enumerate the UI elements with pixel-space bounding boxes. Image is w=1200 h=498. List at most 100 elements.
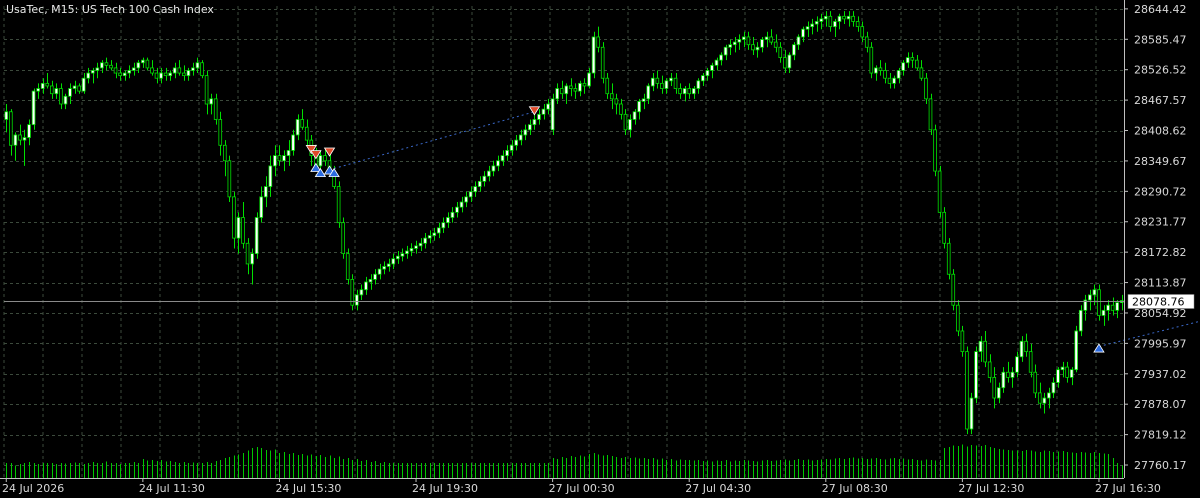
candle bbox=[282, 150, 286, 172]
candle bbox=[414, 240, 418, 254]
candle bbox=[1010, 367, 1015, 388]
candle bbox=[673, 73, 678, 94]
candle bbox=[505, 145, 509, 161]
candle-body bbox=[732, 41, 737, 46]
candle-body bbox=[978, 340, 983, 353]
candle-body bbox=[874, 67, 878, 74]
candle bbox=[418, 238, 423, 252]
candle bbox=[405, 245, 409, 259]
candle-body bbox=[632, 111, 637, 120]
sell-arrow bbox=[323, 147, 336, 157]
candle bbox=[933, 124, 937, 177]
candle bbox=[400, 248, 405, 262]
candle-body bbox=[582, 82, 587, 87]
candle bbox=[1101, 305, 1106, 326]
candle-body bbox=[295, 119, 300, 136]
candle-body bbox=[13, 134, 18, 146]
time-tick-label: 24 Jul 2026 bbox=[2, 482, 64, 495]
candle-body bbox=[414, 245, 418, 249]
candle-body bbox=[956, 304, 960, 332]
candle-body bbox=[131, 67, 136, 71]
candle bbox=[823, 11, 828, 27]
candle-body bbox=[1101, 309, 1106, 316]
candle-body bbox=[864, 36, 869, 48]
candle-body bbox=[541, 108, 546, 115]
candle bbox=[878, 60, 883, 76]
candle-body bbox=[755, 46, 760, 51]
candle bbox=[468, 186, 473, 203]
candle bbox=[241, 202, 245, 249]
candle-body bbox=[391, 258, 396, 265]
candle bbox=[669, 73, 673, 86]
candle-body bbox=[427, 235, 432, 239]
candle-body bbox=[801, 28, 805, 38]
candle bbox=[1078, 305, 1083, 337]
candle bbox=[1024, 333, 1028, 357]
candle bbox=[833, 18, 837, 37]
candle bbox=[978, 336, 983, 362]
candle bbox=[946, 238, 951, 280]
candle-body bbox=[191, 67, 195, 71]
candle bbox=[81, 73, 86, 94]
candle-body bbox=[751, 44, 755, 51]
candle bbox=[218, 111, 223, 156]
candle bbox=[1119, 294, 1124, 311]
candle-body bbox=[304, 126, 309, 141]
candle-body bbox=[937, 170, 942, 213]
candle-body bbox=[596, 36, 600, 48]
candle-body bbox=[386, 263, 391, 267]
candle bbox=[887, 73, 892, 89]
candle-body bbox=[468, 191, 473, 198]
candle-body bbox=[650, 77, 655, 87]
candle-body bbox=[9, 111, 13, 146]
candle-body bbox=[915, 59, 919, 69]
candle bbox=[95, 62, 100, 79]
candle-body bbox=[259, 196, 264, 218]
candle-body bbox=[487, 170, 491, 177]
candle bbox=[619, 98, 623, 120]
candle-body bbox=[141, 59, 145, 64]
candle-body bbox=[532, 119, 537, 126]
candle-body bbox=[910, 57, 915, 61]
candle-body bbox=[587, 72, 591, 87]
candle-body bbox=[682, 88, 687, 95]
candle-body bbox=[405, 250, 409, 255]
candle bbox=[459, 196, 464, 213]
candle-body bbox=[1056, 369, 1060, 383]
candle bbox=[491, 160, 496, 177]
candle-body bbox=[887, 77, 892, 84]
candle-body bbox=[528, 124, 532, 131]
candle bbox=[905, 52, 910, 68]
candle-body bbox=[924, 77, 928, 100]
candle-body bbox=[18, 134, 22, 141]
candle bbox=[9, 109, 13, 156]
candle-body bbox=[159, 72, 163, 79]
candle-body bbox=[223, 144, 227, 162]
candle-body bbox=[655, 77, 660, 84]
candle bbox=[628, 114, 632, 138]
candle bbox=[819, 13, 824, 30]
candle bbox=[213, 93, 218, 125]
candle-body bbox=[1015, 356, 1019, 373]
candle bbox=[960, 325, 965, 357]
candle bbox=[345, 248, 350, 285]
price-tick-label: 28172.82 bbox=[1134, 246, 1187, 259]
trade-lines bbox=[333, 111, 1200, 347]
sell-marker bbox=[323, 147, 336, 157]
candle bbox=[49, 80, 54, 99]
volume-bars bbox=[6, 444, 1123, 478]
candle-body bbox=[90, 70, 95, 74]
price-chart[interactable]: 28644.42 28585.47 28526.52 28467.57 28408.62… bbox=[0, 0, 1200, 498]
candle-body bbox=[546, 103, 550, 110]
candle bbox=[227, 155, 232, 203]
candle bbox=[596, 26, 600, 53]
candle-body bbox=[773, 41, 778, 48]
candle bbox=[600, 42, 605, 84]
candle bbox=[924, 73, 928, 105]
candle-body bbox=[104, 62, 109, 66]
candle bbox=[277, 145, 282, 166]
candle bbox=[796, 34, 801, 50]
candle bbox=[956, 300, 960, 337]
candle bbox=[869, 42, 874, 79]
candle bbox=[373, 269, 377, 285]
